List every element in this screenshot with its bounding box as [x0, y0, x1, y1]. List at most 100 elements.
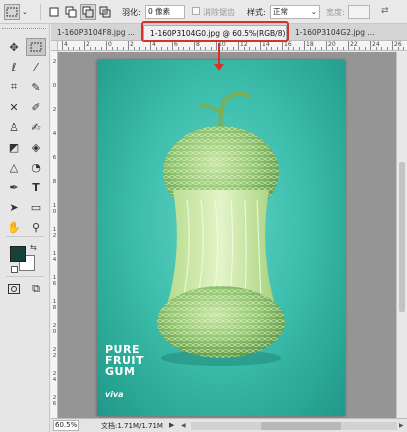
ruler-tick	[293, 47, 294, 50]
path-selection-tool-icon[interactable]: ➤	[4, 198, 24, 216]
ruler-tick	[232, 47, 234, 50]
ruler-tick	[194, 41, 195, 50]
ruler-label: 2 6	[52, 395, 57, 407]
new-selection-icon[interactable]	[46, 4, 62, 20]
vertical-ruler[interactable]: 2 0 2 4 6 8 1 0 1 2 1 4 1 6 1 8 2 0 2 2 2 4 2 6	[51, 51, 58, 418]
ruler-tick	[221, 47, 223, 50]
ruler-origin[interactable]	[51, 41, 58, 51]
rectangle-tool-icon[interactable]: ▭	[26, 198, 46, 216]
feather-label: 羽化:	[122, 8, 141, 17]
crop-tool-icon[interactable]: ⌗	[4, 78, 24, 96]
ruler-tick	[188, 47, 190, 50]
type-tool-icon[interactable]: T	[26, 178, 46, 196]
ruler-tick	[155, 47, 157, 50]
pen-tool-icon[interactable]: ✒	[4, 178, 24, 196]
feather-input[interactable]: 0 像素	[145, 5, 185, 19]
quick-mask-icon[interactable]	[4, 280, 24, 298]
ruler-tick	[133, 47, 135, 50]
ruler-tick	[144, 47, 146, 50]
brand-logo: viva	[105, 390, 124, 399]
zoom-tool-icon[interactable]: ⚲	[26, 218, 46, 236]
horizontal-scrollbar[interactable]	[191, 422, 397, 430]
status-bar: 60.5% 文档:1.71M/1.71M ▶ ◀ ▶	[51, 418, 407, 432]
panel-grip[interactable]	[2, 28, 46, 34]
screen-mode-icon[interactable]: ⧉	[26, 280, 46, 298]
ruler-tick	[67, 47, 69, 50]
ruler-tick	[287, 47, 289, 50]
ruler-tick	[100, 47, 102, 50]
ruler-tick	[106, 41, 107, 50]
zoom-level-field[interactable]: 60.5%	[53, 420, 79, 431]
ruler-tick	[62, 41, 63, 50]
ruler-tick	[238, 41, 239, 50]
width-label: 宽度:	[326, 8, 345, 17]
vertical-scrollbar[interactable]	[396, 52, 407, 418]
antialias-checkbox[interactable]	[192, 7, 200, 15]
paint-bucket-tool-icon[interactable]: ◈	[26, 138, 46, 156]
ruler-tick	[177, 47, 179, 50]
ruler-label: 1 2	[52, 227, 57, 239]
canvas-area[interactable]: PURE FRUIT GUM viva	[58, 52, 396, 418]
add-selection-icon[interactable]	[63, 4, 79, 20]
swap-colors-icon[interactable]: ⇆	[30, 243, 37, 252]
preset-dropdown-icon[interactable]: ⌄	[22, 8, 28, 16]
width-input[interactable]	[348, 5, 370, 19]
ruler-tick	[166, 47, 168, 50]
document-size-info: 文档:1.71M/1.71M	[101, 422, 163, 430]
lasso-tool-icon[interactable]: ℓ	[4, 58, 24, 76]
tab-label: 1-160P3104F8.jpg ...	[57, 28, 136, 37]
default-colors-icon[interactable]	[11, 266, 18, 273]
healing-brush-tool-icon[interactable]: ✕	[4, 98, 24, 116]
ruler-tick	[309, 47, 311, 50]
quick-selection-tool-icon[interactable]: ⁄	[26, 58, 46, 76]
rect-marquee-preset-icon[interactable]	[4, 4, 20, 20]
hand-tool-icon[interactable]: ✋	[4, 218, 24, 236]
style-select[interactable]: 正常 ⌄	[270, 5, 320, 19]
clone-stamp-tool-icon[interactable]: ♙	[4, 118, 24, 136]
brand-text: PURE FRUIT GUM	[105, 344, 144, 377]
scroll-left-icon[interactable]: ◀	[181, 422, 186, 429]
ruler-label: 2	[52, 107, 57, 113]
ruler-tick	[139, 47, 140, 50]
ruler-tick	[320, 47, 322, 50]
ruler-tick	[265, 47, 267, 50]
history-brush-tool-icon[interactable]: ✍	[26, 118, 46, 136]
ruler-label: 2	[52, 59, 57, 65]
scroll-thumb[interactable]	[399, 162, 405, 312]
brand-line: GUM	[105, 365, 136, 378]
ruler-label: 1 4	[52, 251, 57, 263]
status-menu-arrow-icon[interactable]: ▶	[169, 421, 174, 429]
ruler-tick	[89, 47, 91, 50]
foreground-color-swatch[interactable]	[10, 246, 26, 262]
tab-document-3[interactable]: 1-160P3104G2.jpg ...	[289, 25, 407, 41]
tab-document-1[interactable]: 1-160P3104F8.jpg ...	[51, 25, 141, 41]
blur-tool-icon[interactable]: △	[4, 158, 24, 176]
swap-width-height-icon[interactable]: ⇄	[381, 6, 389, 16]
ruler-tick	[172, 41, 173, 50]
scroll-thumb[interactable]	[261, 422, 341, 430]
ruler-tick	[78, 47, 80, 50]
move-tool-icon[interactable]: ✥	[4, 38, 24, 56]
scroll-right-icon[interactable]: ▶	[399, 422, 404, 429]
horizontal-ruler[interactable]: 4 2 0 2 4 6 8 10 12 14 16 18 20 22 24 26	[58, 41, 407, 51]
ruler-tick	[205, 47, 206, 50]
ruler-tick	[183, 47, 184, 50]
ruler-tick	[348, 41, 349, 50]
ruler-tick	[243, 47, 245, 50]
rectangular-marquee-tool-icon[interactable]	[26, 38, 46, 56]
ruler-label: 2 2	[52, 347, 57, 359]
toolbar-divider	[6, 276, 44, 277]
ruler-tick	[73, 47, 74, 50]
document-artwork: PURE FRUIT GUM viva	[97, 60, 345, 416]
ruler-tick	[337, 47, 338, 50]
ruler-tick	[370, 41, 371, 50]
brush-tool-icon[interactable]: ✐	[26, 98, 46, 116]
intersect-selection-icon[interactable]	[97, 4, 113, 20]
toolbar-divider	[6, 236, 44, 237]
eraser-tool-icon[interactable]: ◩	[4, 138, 24, 156]
dodge-tool-icon[interactable]: ◔	[26, 158, 46, 176]
photoshop-window: ⌄ 羽化: 0 像素 消除锯齿 样式: 正常 ⌄ 宽度: ⇄ ✥ ℓ ⁄ ⌗ ✎…	[0, 0, 407, 432]
eyedropper-tool-icon[interactable]: ✎	[26, 78, 46, 96]
subtract-selection-icon[interactable]	[80, 4, 96, 20]
ruler-tick	[84, 41, 85, 50]
